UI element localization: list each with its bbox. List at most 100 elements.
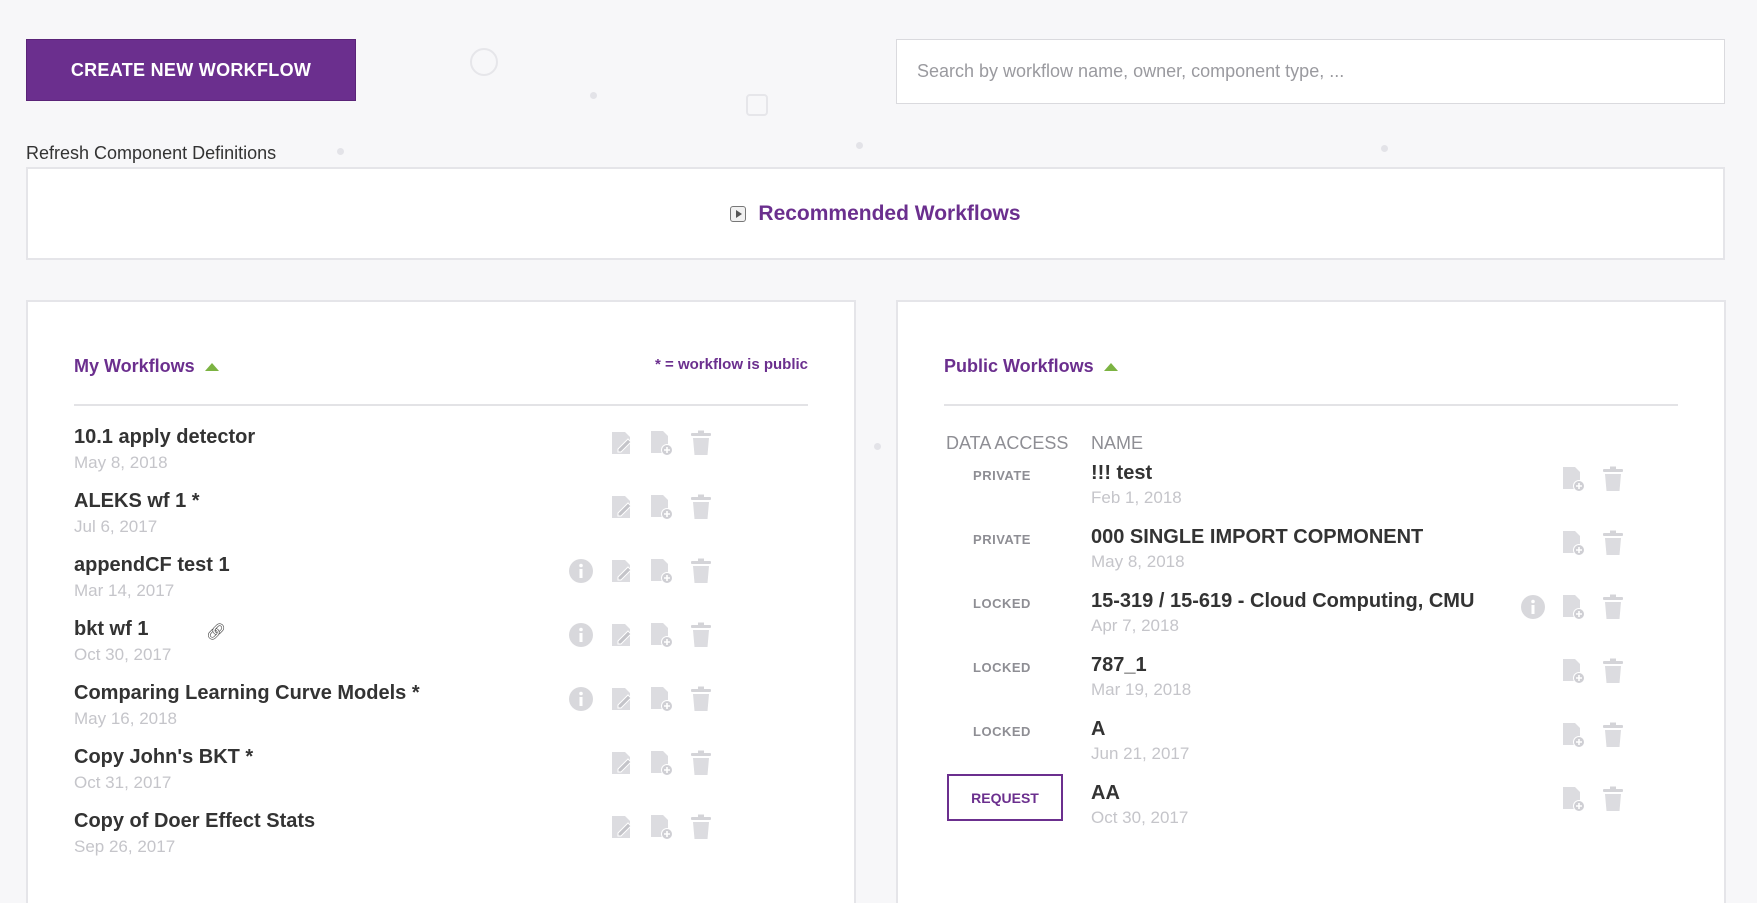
workflow-row[interactable]: ALEKS wf 1 * Jul 6, 2017 [74, 490, 808, 550]
workflow-date: Mar 14, 2017 [74, 581, 175, 600]
workflow-date: Mar 19, 2018 [1091, 680, 1192, 699]
edit-icon[interactable] [606, 556, 636, 586]
recommended-workflows-title[interactable]: Recommended Workflows [758, 202, 1020, 226]
row-actions [606, 748, 716, 778]
workflow-name[interactable]: appendCF test 1 [74, 554, 230, 577]
trash-icon[interactable] [1598, 656, 1628, 686]
edit-icon[interactable] [606, 428, 636, 458]
workflow-date: May 16, 2018 [74, 709, 178, 728]
workflow-name[interactable]: Comparing Learning Curve Models * [74, 682, 420, 705]
copy-icon[interactable] [1558, 656, 1588, 686]
workflow-date: May 8, 2018 [74, 453, 168, 472]
access-status: LOCKED [973, 724, 1031, 739]
workflow-name[interactable]: 000 SINGLE IMPORT COPMONENT [1091, 526, 1423, 549]
refresh-component-definitions-link[interactable]: Refresh Component Definitions [26, 143, 276, 164]
copy-icon[interactable] [646, 684, 676, 714]
workflow-name[interactable]: 10.1 apply detector [74, 426, 255, 449]
public-workflow-row[interactable]: PRIVATE 000 SINGLE IMPORT COPMONENT May 8,… [898, 512, 1724, 574]
workflow-name[interactable]: 15-319 / 15-619 - Cloud Computing, CMU [1091, 590, 1474, 613]
my-workflows-panel: My Workflows * = workflow is public 10.1… [26, 300, 856, 903]
public-workflow-row[interactable]: LOCKED 787_1 Mar 19, 2018 [898, 640, 1724, 702]
my-workflows-sort-toggle[interactable]: My Workflows [74, 356, 219, 377]
copy-icon[interactable] [1558, 592, 1588, 622]
workflow-name[interactable]: A [1091, 718, 1105, 741]
public-workflows-panel: Public Workflows DATA ACCESS NAME PRIVAT… [896, 300, 1726, 903]
workflow-row[interactable]: 10.1 apply detector May 8, 2018 [74, 426, 808, 486]
copy-icon[interactable] [646, 428, 676, 458]
copy-icon[interactable] [1558, 464, 1588, 494]
workflow-date: Sep 26, 2017 [74, 837, 176, 856]
edit-icon[interactable] [606, 812, 636, 842]
edit-icon[interactable] [606, 748, 636, 778]
trash-icon[interactable] [1598, 720, 1628, 750]
copy-icon[interactable] [1558, 784, 1588, 814]
workflow-name[interactable]: Copy of Doer Effect Stats [74, 810, 315, 833]
public-legend: * = workflow is public [655, 356, 808, 373]
copy-icon[interactable] [646, 748, 676, 778]
public-workflow-row[interactable]: REQUEST AA Oct 30, 2017 [898, 768, 1724, 830]
workflow-date: Feb 1, 2018 [1091, 488, 1182, 507]
public-workflow-row[interactable]: PRIVATE !!! test Feb 1, 2018 [898, 448, 1724, 510]
info-icon[interactable] [566, 556, 596, 586]
info-icon[interactable] [1518, 592, 1548, 622]
workflow-name[interactable]: Copy John's BKT * [74, 746, 253, 769]
workflow-name[interactable]: ALEKS wf 1 * [74, 490, 200, 513]
workflow-date: Oct 31, 2017 [74, 773, 172, 792]
workflow-row[interactable]: bkt wf 1 🔗︎ Oct 30, 2017 [74, 618, 808, 678]
background-decoration [1381, 145, 1388, 152]
row-actions [1518, 592, 1628, 622]
row-actions [606, 812, 716, 842]
trash-icon[interactable] [1598, 592, 1628, 622]
background-decoration [470, 48, 498, 76]
trash-icon[interactable] [1598, 464, 1628, 494]
workflow-row[interactable]: Copy John's BKT * Oct 31, 2017 [74, 746, 808, 806]
trash-icon[interactable] [686, 684, 716, 714]
my-workflows-header: My Workflows * = workflow is public [74, 352, 808, 406]
expand-icon[interactable] [730, 205, 747, 222]
public-workflows-sort-toggle[interactable]: Public Workflows [944, 356, 1118, 377]
public-workflows-header: Public Workflows [944, 352, 1678, 406]
create-new-workflow-button[interactable]: CREATE NEW WORKFLOW [26, 39, 356, 101]
workflow-row[interactable]: Comparing Learning Curve Models * May 16,… [74, 682, 808, 742]
row-actions [606, 492, 716, 522]
copy-icon[interactable] [1558, 720, 1588, 750]
trash-icon[interactable] [686, 748, 716, 778]
access-status: PRIVATE [973, 468, 1031, 483]
trash-icon[interactable] [686, 556, 716, 586]
edit-icon[interactable] [606, 492, 636, 522]
workflow-name[interactable]: AA [1091, 782, 1120, 805]
workflow-row[interactable]: Copy of Doer Effect Stats Sep 26, 2017 [74, 810, 808, 870]
edit-icon[interactable] [606, 684, 636, 714]
workflow-name[interactable]: bkt wf 1 [74, 618, 148, 641]
sort-up-icon [204, 362, 219, 371]
row-actions [566, 556, 716, 586]
workflow-name[interactable]: !!! test [1091, 462, 1152, 485]
background-decoration [337, 148, 344, 155]
row-actions [1558, 784, 1628, 814]
row-actions [606, 428, 716, 458]
edit-icon[interactable] [606, 620, 636, 650]
copy-icon[interactable] [646, 556, 676, 586]
trash-icon[interactable] [686, 428, 716, 458]
workflow-row[interactable]: appendCF test 1 Mar 14, 2017 [74, 554, 808, 614]
trash-icon[interactable] [1598, 784, 1628, 814]
background-decoration [590, 92, 597, 99]
my-workflows-title: My Workflows [74, 356, 195, 376]
public-workflow-row[interactable]: LOCKED 15-319 / 15-619 - Cloud Computing,… [898, 576, 1724, 638]
trash-icon[interactable] [686, 812, 716, 842]
background-decoration [746, 94, 768, 116]
request-access-button[interactable]: REQUEST [947, 774, 1063, 821]
trash-icon[interactable] [686, 492, 716, 522]
trash-icon[interactable] [686, 620, 716, 650]
copy-icon[interactable] [646, 492, 676, 522]
copy-icon[interactable] [646, 812, 676, 842]
trash-icon[interactable] [1598, 528, 1628, 558]
workflow-name[interactable]: 787_1 [1091, 654, 1147, 677]
info-icon[interactable] [566, 684, 596, 714]
info-icon[interactable] [566, 620, 596, 650]
copy-icon[interactable] [646, 620, 676, 650]
copy-icon[interactable] [1558, 528, 1588, 558]
search-input[interactable] [896, 39, 1725, 104]
access-status: PRIVATE [973, 532, 1031, 547]
public-workflow-row[interactable]: LOCKED A Jun 21, 2017 [898, 704, 1724, 766]
